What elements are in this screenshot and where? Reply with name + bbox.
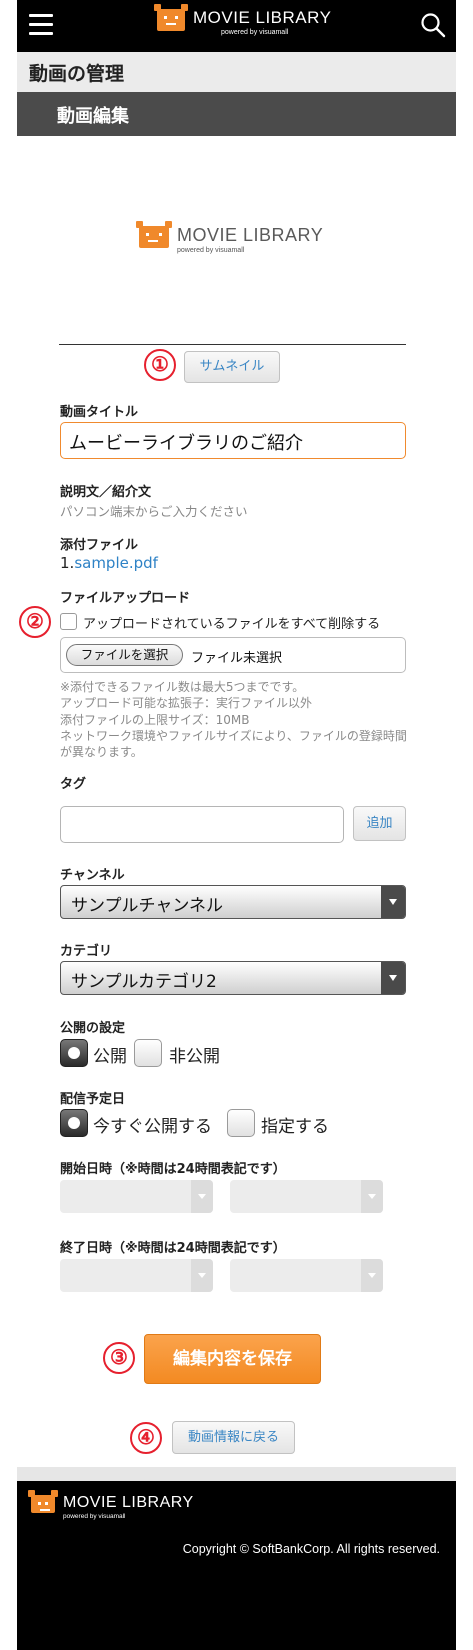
delete-all-label: アップロードされているファイルをすべて削除する <box>83 617 381 632</box>
logo-mark-icon <box>154 4 188 31</box>
description-text: パソコン端末からご入力ください <box>60 504 248 519</box>
tag-input[interactable] <box>60 806 344 843</box>
footer-logo-sub: powered by visuamall <box>63 1513 126 1520</box>
back-to-video-info-button[interactable]: 動画情報に戻る <box>172 1421 295 1454</box>
choose-file-button[interactable]: ファイルを選択 <box>66 644 183 666</box>
marker-2: ② <box>19 606 51 638</box>
footer-divider <box>17 1467 456 1481</box>
thumbnail-image: MOVIE LIBRARY powered by visuamall <box>136 221 324 254</box>
file-status: ファイル未選択 <box>191 651 283 666</box>
upload-label: ファイルアップロード <box>60 591 191 606</box>
visibility-public-radio[interactable] <box>60 1039 88 1067</box>
thumbnail-logo-title: MOVIE LIBRARY <box>177 225 324 245</box>
video-title-input[interactable]: ムービーライブラリのご紹介 <box>60 422 406 459</box>
attachment-item: 1.sample.pdf <box>60 554 158 572</box>
end-date-select[interactable] <box>60 1259 213 1292</box>
visibility-private-label: 非公開 <box>169 1047 220 1067</box>
start-date-label: 開始日時（※時間は24時間表記です） <box>60 1162 286 1177</box>
end-time-select[interactable] <box>230 1259 383 1292</box>
visibility-private-radio[interactable] <box>134 1039 162 1067</box>
page: MOVIE LIBRARY powered by visuamall 動画の管理… <box>17 0 456 1650</box>
thumbnail-button[interactable]: サムネイル <box>184 351 280 383</box>
thumbnail-divider <box>59 344 406 345</box>
file-input[interactable]: ファイルを選択 ファイル未選択 <box>60 637 406 673</box>
top-bar: MOVIE LIBRARY powered by visuamall <box>17 0 456 52</box>
marker-1: ① <box>144 349 176 381</box>
start-date-select[interactable] <box>60 1180 213 1213</box>
schedule-specify-label: 指定する <box>261 1117 329 1137</box>
chevron-down-icon <box>361 1259 383 1292</box>
channel-selected: サンプルチャンネル <box>71 896 223 916</box>
schedule-label: 配信予定日 <box>60 1092 126 1107</box>
chevron-down-icon <box>191 1180 213 1213</box>
visibility-label: 公開の設定 <box>60 1021 126 1036</box>
footer: MOVIE LIBRARY powered by visuamall Copyr… <box>17 1481 456 1650</box>
chevron-down-icon <box>381 886 405 918</box>
footer-logo-title: MOVIE LIBRARY <box>63 1494 194 1511</box>
tag-label: タグ <box>60 777 87 792</box>
page-title: 動画の管理 <box>17 52 456 92</box>
header-logo-title: MOVIE LIBRARY <box>193 8 332 27</box>
start-time-select[interactable] <box>230 1180 383 1213</box>
upload-note: ネットワーク環境やファイルサイズにより、ファイルの登録時間が異なります。 <box>60 728 407 760</box>
category-label: カテゴリ <box>60 944 113 959</box>
attachment-prefix: 1. <box>60 554 75 572</box>
chevron-down-icon <box>381 962 405 994</box>
logo-mark-icon <box>136 221 172 248</box>
delete-all-checkbox[interactable] <box>60 613 77 630</box>
marker-3: ③ <box>103 1342 135 1374</box>
copyright-text: Copyright © SoftBankCorp. All rights res… <box>182 1542 440 1556</box>
channel-select[interactable]: サンプルチャンネル <box>60 885 406 919</box>
schedule-now-radio[interactable] <box>60 1109 88 1137</box>
header-logo-sub: powered by visuamall <box>221 29 289 36</box>
visibility-public-label: 公開 <box>93 1047 127 1067</box>
category-select[interactable]: サンプルカテゴリ2 <box>60 961 406 995</box>
header-logo[interactable]: MOVIE LIBRARY powered by visuamall <box>154 4 332 36</box>
thumbnail-logo-sub: powered by visuamall <box>177 247 245 254</box>
schedule-now-label: 今すぐ公開する <box>93 1117 212 1137</box>
upload-note: 添付ファイルの上限サイズ：10MB <box>60 712 250 727</box>
end-date-label: 終了日時（※時間は24時間表記です） <box>60 1241 286 1256</box>
menu-icon[interactable] <box>29 14 53 36</box>
channel-label: チャンネル <box>60 868 125 883</box>
upload-note: ※添付できるファイル数は最大5つまでです。 <box>60 680 305 694</box>
video-title-label: 動画タイトル <box>60 405 139 420</box>
category-selected: サンプルカテゴリ2 <box>71 972 217 992</box>
section-title: 動画編集 <box>17 92 456 136</box>
upload-notes: ※添付できるファイル数は最大5つまでです。 アップロード可能な拡張子：実行ファイ… <box>60 679 410 760</box>
footer-logo[interactable]: MOVIE LIBRARY powered by visuamall <box>28 1490 194 1521</box>
chevron-down-icon <box>361 1180 383 1213</box>
upload-note: アップロード可能な拡張子：実行ファイル以外 <box>60 696 313 711</box>
description-label: 説明文／紹介文 <box>60 485 152 500</box>
add-tag-button[interactable]: 追加 <box>353 806 406 841</box>
chevron-down-icon <box>191 1259 213 1292</box>
save-button[interactable]: 編集内容を保存 <box>144 1334 321 1384</box>
marker-4: ④ <box>130 1422 162 1454</box>
search-icon[interactable] <box>420 12 446 38</box>
logo-mark-icon <box>28 1490 58 1513</box>
attachment-link[interactable]: sample.pdf <box>74 554 158 572</box>
attachment-label: 添付ファイル <box>60 538 139 553</box>
schedule-specify-radio[interactable] <box>227 1109 255 1137</box>
